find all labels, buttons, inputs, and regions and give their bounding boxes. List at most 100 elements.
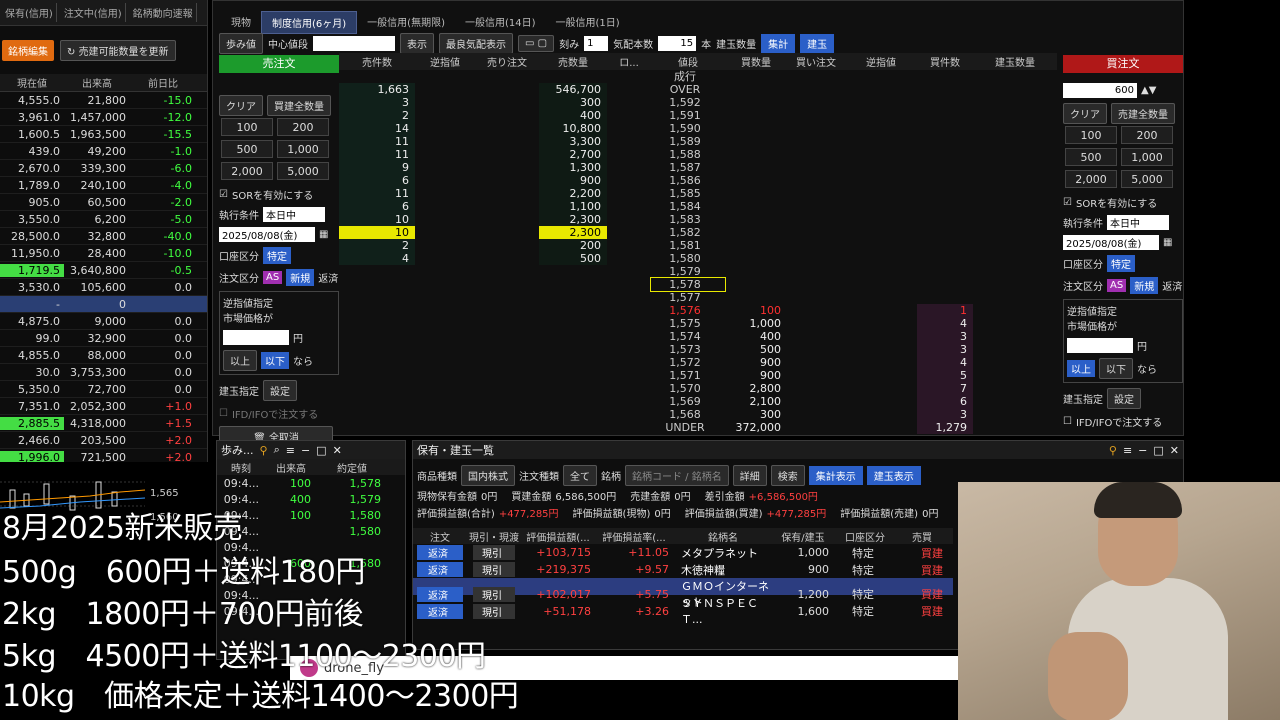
buy-qty-1-button[interactable]: 200: [1121, 126, 1173, 144]
detail-button[interactable]: 詳細: [732, 465, 767, 486]
book-cell[interactable]: 400: [539, 109, 607, 122]
center-price-input[interactable]: [313, 36, 395, 51]
buy-ifd-checkbox[interactable]: ☐: [1063, 416, 1072, 427]
book-cell[interactable]: 7: [917, 382, 973, 395]
watchlist-row[interactable]: 30.0 3,753,300 0.0: [0, 364, 207, 381]
book-cell[interactable]: 6: [339, 200, 415, 213]
sell-qty-4-button[interactable]: 2,000: [221, 162, 273, 180]
book-cell[interactable]: 10,800: [539, 122, 607, 135]
delivery-button[interactable]: 現引: [473, 586, 515, 602]
quote-count-select[interactable]: 15: [658, 36, 697, 51]
holdings-minimize-icon[interactable]: −: [1138, 444, 1147, 457]
menu-icon[interactable]: ≡: [286, 444, 295, 457]
book-cell[interactable]: 400: [725, 330, 787, 343]
book-cell[interactable]: 2,100: [725, 395, 787, 408]
display-button[interactable]: 表示: [400, 33, 434, 54]
watchlist-row[interactable]: 5,350.0 72,700 0.0: [0, 381, 207, 398]
tab-margin-1d[interactable]: 一般信用(1日): [546, 11, 630, 34]
watchlist-row[interactable]: 1,789.0 240,100 -4.0: [0, 177, 207, 194]
book-cell[interactable]: 5: [917, 369, 973, 382]
buy-qty-4-button[interactable]: 2,000: [1065, 170, 1117, 188]
settings-button[interactable]: 設定: [263, 380, 297, 401]
sell-qty-1-button[interactable]: 200: [277, 118, 329, 136]
book-cell[interactable]: 300: [725, 408, 787, 421]
buy-as-tag[interactable]: AS: [1107, 279, 1127, 292]
holdings-close-icon[interactable]: ✕: [1170, 444, 1179, 457]
watchlist-row[interactable]: 439.0 49,200 -1.0: [0, 143, 207, 160]
sell-all-qty-button[interactable]: 買建全数量: [267, 95, 331, 116]
buy-exec-select[interactable]: 本日中: [1107, 215, 1169, 230]
position-view-button[interactable]: 建玉表示: [866, 466, 921, 485]
book-cell[interactable]: 1,100: [539, 200, 607, 213]
date-input[interactable]: 2025/08/08(金): [219, 227, 315, 242]
book-cell[interactable]: 10: [339, 213, 415, 226]
sell-order-button[interactable]: 売注文: [219, 55, 339, 73]
book-cell[interactable]: 1,000: [725, 317, 787, 330]
buy-qty-0-button[interactable]: 100: [1065, 126, 1117, 144]
new-tag[interactable]: 新規: [286, 269, 315, 286]
buy-order-button[interactable]: 買注文: [1063, 55, 1183, 73]
book-cell[interactable]: 3,300: [539, 135, 607, 148]
book-cell[interactable]: 100: [725, 304, 787, 317]
book-cell[interactable]: 1,663: [339, 83, 415, 96]
watchlist-row[interactable]: 3,961.0 1,457,000 -12.0: [0, 109, 207, 126]
book-cell[interactable]: 372,000: [725, 421, 787, 434]
summary-view-button[interactable]: 集計表示: [808, 466, 863, 485]
calendar-icon[interactable]: ▦: [319, 229, 328, 240]
search-icon[interactable]: ⌕: [274, 443, 280, 457]
buy-close-tag[interactable]: 返済: [1162, 278, 1182, 293]
watchlist-row[interactable]: 7,351.0 2,052,300 +1.0: [0, 398, 207, 415]
book-cell[interactable]: 9: [339, 161, 415, 174]
buy-qty-3-button[interactable]: 1,000: [1121, 148, 1173, 166]
watchlist-row[interactable]: 11,950.0 28,400 -10.0: [0, 245, 207, 262]
book-cell[interactable]: 2,800: [725, 382, 787, 395]
ayumi-button[interactable]: 歩み値: [219, 33, 263, 54]
delivery-button[interactable]: 現引: [473, 545, 515, 560]
book-cell[interactable]: 3: [917, 343, 973, 356]
sor-checkbox[interactable]: ☑: [219, 189, 228, 200]
watchlist-row[interactable]: 2,670.0 339,300 -6.0: [0, 160, 207, 177]
as-tag[interactable]: AS: [263, 271, 283, 284]
sell-qty-5-button[interactable]: 5,000: [277, 162, 329, 180]
buy-stop-price-input[interactable]: [1067, 338, 1133, 353]
update-qty-button[interactable]: ↻ 売建可能数量を更新: [60, 39, 176, 61]
book-cell[interactable]: 2,300: [539, 213, 607, 226]
book-cell[interactable]: 1,300: [539, 161, 607, 174]
watchlist-row[interactable]: 1,600.5 1,963,500 -15.5: [0, 126, 207, 143]
holdings-menu-icon[interactable]: ≡: [1123, 444, 1132, 457]
watchlist-row[interactable]: 3,530.0 105,600 0.0: [0, 279, 207, 296]
book-cell[interactable]: 4: [917, 356, 973, 369]
close-position-button[interactable]: 返済: [417, 603, 463, 619]
book-cell[interactable]: 1,279: [917, 421, 973, 434]
sell-qty-3-button[interactable]: 1,000: [277, 140, 329, 158]
book-cell[interactable]: 900: [725, 369, 787, 382]
holdings-link-icon[interactable]: ⚲: [1109, 444, 1117, 457]
book-cell[interactable]: 2,200: [539, 187, 607, 200]
buy-new-tag[interactable]: 新規: [1130, 277, 1159, 294]
book-cell[interactable]: 3: [339, 96, 415, 109]
buy-qty-5-button[interactable]: 5,000: [1121, 170, 1173, 188]
close-position-button[interactable]: 返済: [417, 562, 463, 577]
buy-qty-2-button[interactable]: 500: [1065, 148, 1117, 166]
book-cell[interactable]: 546,700: [539, 83, 607, 96]
watchlist-row[interactable]: 2,885.5 4,318,000 +1.5: [0, 415, 207, 432]
kizami-input[interactable]: 1: [584, 36, 609, 51]
tab-cash[interactable]: 現物: [221, 11, 261, 34]
book-cell[interactable]: 900: [725, 356, 787, 369]
sell-clear-button[interactable]: クリア: [219, 95, 263, 116]
layout-toggle[interactable]: ▭ ▢: [518, 35, 555, 52]
ifd-checkbox[interactable]: ☐: [219, 408, 228, 419]
watchlist-row[interactable]: 4,555.0 21,800 -15.0: [0, 92, 207, 109]
book-cell[interactable]: 2: [339, 109, 415, 122]
sell-qty-2-button[interactable]: 500: [221, 140, 273, 158]
buy-below-button[interactable]: 以下: [1099, 358, 1133, 379]
tab-trends[interactable]: 銘柄動向速報: [130, 3, 197, 22]
book-cell[interactable]: 6: [339, 174, 415, 187]
buy-acct-select[interactable]: 特定: [1107, 255, 1135, 272]
watchlist-row[interactable]: 1,719.5 3,640,800 -0.5: [0, 262, 207, 279]
book-cell[interactable]: 14: [339, 122, 415, 135]
buy-calendar-icon[interactable]: ▦: [1163, 237, 1172, 248]
book-cell[interactable]: 200: [539, 239, 607, 252]
buy-all-qty-button[interactable]: 売建全数量: [1111, 103, 1175, 124]
close-tag[interactable]: 返済: [318, 270, 338, 285]
